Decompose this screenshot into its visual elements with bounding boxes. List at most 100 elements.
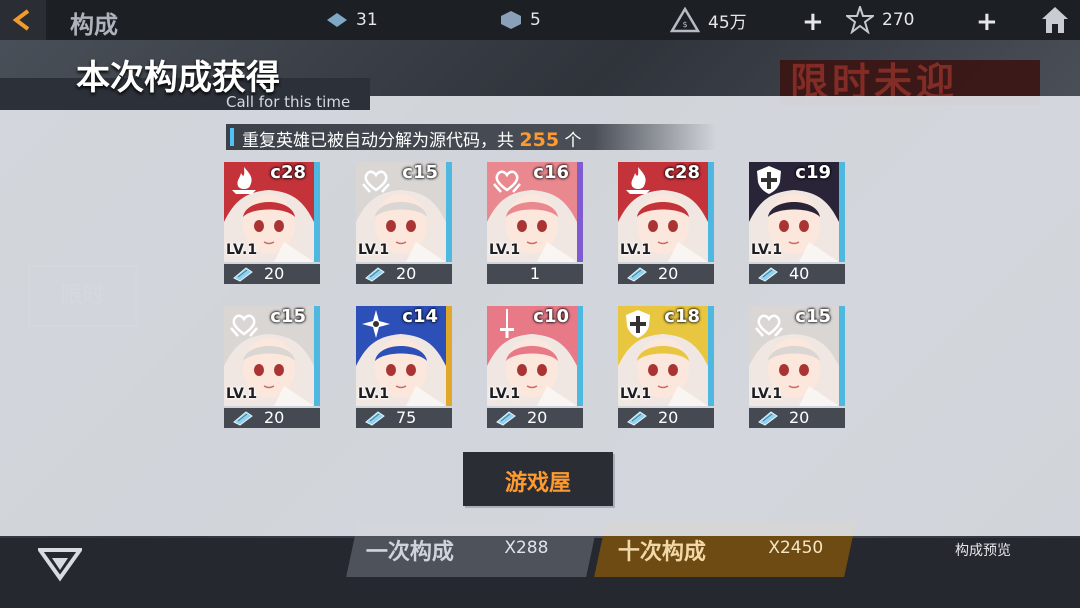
notice-accent-bar	[230, 128, 234, 146]
triangle-coin-icon: $	[670, 7, 700, 33]
single-summon-cost: X288	[504, 538, 549, 558]
code-reward-amount: 75	[396, 408, 417, 427]
code-reward: 20	[224, 408, 320, 428]
ticket-icon	[627, 411, 647, 426]
hero-portrait-frame: c14 LV.1	[356, 306, 452, 406]
code-reward-amount: 20	[658, 264, 679, 283]
code-reward-amount: 20	[396, 264, 417, 283]
resource-star: 270	[846, 0, 914, 40]
hero-cost: c28	[270, 162, 306, 183]
hero-card[interactable]: c28 LV.1 20	[224, 162, 320, 286]
add-coin-button[interactable]: +	[802, 7, 824, 37]
home-icon	[1042, 7, 1068, 33]
heart-class-icon	[362, 170, 390, 193]
sword-class-icon	[500, 309, 514, 338]
hero-card[interactable]: c18 LV.1 20	[618, 306, 714, 430]
confirm-button[interactable]: 游戏屋	[463, 452, 613, 506]
summon-preview-link[interactable]: 构成预览	[955, 540, 1011, 560]
coin-count: 45万	[708, 12, 747, 33]
shield-class-icon	[757, 166, 781, 194]
hero-card[interactable]: c15 LV.1 20	[749, 306, 845, 430]
hero-cost: c15	[402, 162, 438, 183]
code-reward-amount: 20	[264, 264, 285, 283]
resource-diamond: 31	[326, 0, 378, 40]
hero-card[interactable]: c14 LV.1 75	[356, 306, 452, 430]
code-reward-amount: 40	[789, 264, 810, 283]
notice-prefix: 重复英雄已被自动分解为源代码，共	[242, 131, 514, 151]
code-reward: 1	[487, 264, 583, 284]
code-reward-amount: 20	[527, 408, 548, 427]
code-reward: 75	[356, 408, 452, 428]
ticket-icon	[233, 411, 253, 426]
cube-icon	[501, 11, 521, 29]
shuriken-class-icon	[362, 310, 390, 338]
duplicate-notice: 重复英雄已被自动分解为源代码，共 255 个	[226, 124, 716, 151]
hero-level: LV.1	[751, 386, 783, 402]
code-reward-amount: 20	[658, 408, 679, 427]
ticket-icon	[758, 267, 778, 282]
hero-level: LV.1	[226, 242, 258, 258]
code-reward: 20	[618, 408, 714, 428]
hero-card[interactable]: c15 LV.1 20	[356, 162, 452, 286]
resource-coin: $ 45万	[670, 0, 747, 40]
hero-cost: c10	[533, 306, 569, 327]
hero-cost: c14	[402, 306, 438, 327]
code-reward-amount: 20	[789, 408, 810, 427]
result-subtitle: Call for this time	[226, 93, 351, 111]
ticket-icon	[496, 411, 516, 426]
ten-summon-cost: X2450	[768, 538, 824, 558]
hero-card[interactable]: c15 LV.1 20	[224, 306, 320, 430]
code-reward: 20	[224, 264, 320, 284]
code-reward: 40	[749, 264, 845, 284]
hero-card[interactable]: c28 LV.1 20	[618, 162, 714, 286]
hero-card[interactable]: c16 LV.1 1	[487, 162, 583, 286]
hero-level: LV.1	[358, 386, 390, 402]
hero-level: LV.1	[489, 386, 521, 402]
notice-text: 重复英雄已被自动分解为源代码，共 255 个	[242, 126, 581, 151]
top-bar: 构成 31 5 $ 45万 + 270 +	[0, 0, 1080, 40]
heart-class-icon	[230, 314, 258, 337]
add-star-button[interactable]: +	[976, 7, 998, 37]
code-reward-amount: 1	[529, 264, 541, 283]
star-icon	[846, 6, 874, 34]
hero-portrait-frame: c19 LV.1	[749, 162, 845, 262]
ten-summon-label: 十次构成	[617, 540, 706, 565]
hero-portrait-frame: c10 LV.1	[487, 306, 583, 406]
hero-cost: c19	[795, 162, 831, 183]
hero-portrait-frame: c18 LV.1	[618, 306, 714, 406]
ticket-icon	[758, 411, 778, 426]
heart-class-icon	[493, 170, 521, 193]
star-count: 270	[882, 10, 915, 30]
hero-portrait-frame: c28 LV.1	[618, 162, 714, 262]
notice-suffix: 个	[564, 131, 582, 151]
diamond-icon	[327, 13, 347, 27]
shield-class-icon	[626, 310, 650, 338]
heart-class-icon	[755, 314, 783, 337]
hero-level: LV.1	[358, 242, 390, 258]
code-reward: 20	[487, 408, 583, 428]
notice-count: 255	[519, 129, 560, 151]
ticket-icon	[365, 267, 385, 282]
home-button[interactable]	[1040, 5, 1070, 39]
ticket-icon	[365, 411, 385, 426]
page-title: 构成	[70, 11, 118, 39]
hero-card[interactable]: c10 LV.1 20	[487, 306, 583, 430]
hero-cost: c16	[533, 162, 569, 183]
hero-portrait-frame: c28 LV.1	[224, 162, 320, 262]
code-reward: 20	[618, 264, 714, 284]
menu-chevron-icon[interactable]	[36, 546, 84, 582]
hero-card[interactable]: c19 LV.1 40	[749, 162, 845, 286]
flame-class-icon	[232, 167, 256, 194]
hero-cost: c15	[270, 306, 306, 327]
ticket-icon	[627, 267, 647, 282]
hero-portrait-frame: c16 LV.1	[487, 162, 583, 262]
hero-level: LV.1	[226, 386, 258, 402]
hero-cost: c28	[664, 162, 700, 183]
result-title: 本次构成获得	[76, 58, 280, 98]
hero-portrait-frame: c15 LV.1	[224, 306, 320, 406]
hero-portrait-frame: c15 LV.1	[356, 162, 452, 262]
ticket-icon	[233, 267, 253, 282]
code-reward: 20	[749, 408, 845, 428]
back-button[interactable]	[0, 0, 46, 40]
confirm-label: 游戏屋	[504, 471, 571, 496]
